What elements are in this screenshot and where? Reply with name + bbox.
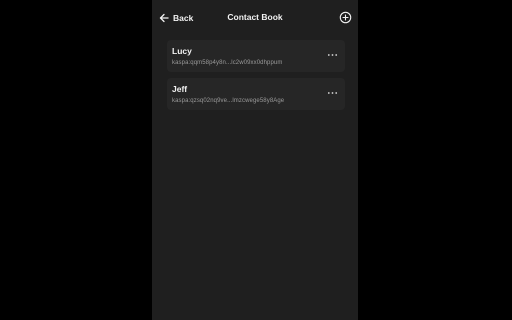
- contact-address: kaspa:qqm58p4y8n...lc2w09xx0dhppum: [172, 60, 283, 66]
- contact-item[interactable]: Lucy kaspa:qqm58p4y8n...lc2w09xx0dhppum: [167, 40, 345, 72]
- wallet-panel: Back Contact Book Lucy kaspa:qqm58p4y8n.…: [152, 0, 358, 320]
- contact-list: Lucy kaspa:qqm58p4y8n...lc2w09xx0dhppum …: [167, 40, 345, 116]
- page-title: Contact Book: [227, 12, 283, 22]
- contact-menu-button[interactable]: [327, 51, 338, 59]
- header-bar: Back Contact Book: [152, 0, 358, 36]
- contact-menu-button[interactable]: [327, 89, 338, 97]
- plus-circle-icon: [339, 11, 352, 24]
- contact-name: Jeff: [172, 84, 188, 94]
- more-horizontal-icon: [327, 89, 338, 97]
- screen: Back Contact Book Lucy kaspa:qqm58p4y8n.…: [0, 0, 512, 320]
- contact-item[interactable]: Jeff kaspa:qzsq02nq9ve...lmzcwege58y8Age: [167, 78, 345, 110]
- contact-name: Lucy: [172, 46, 192, 56]
- add-contact-button[interactable]: [339, 11, 352, 24]
- more-horizontal-icon: [327, 51, 338, 59]
- contact-address: kaspa:qzsq02nq9ve...lmzcwege58y8Age: [172, 98, 285, 104]
